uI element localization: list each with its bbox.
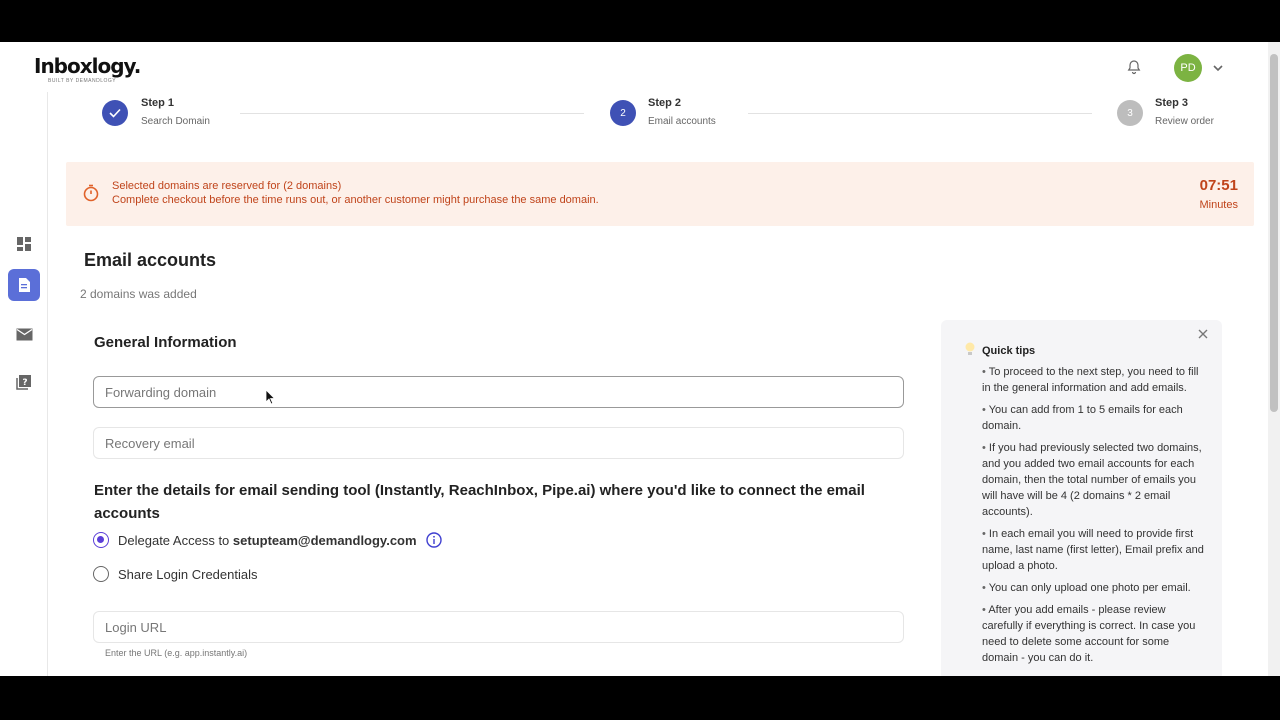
- tip-item: After you add emails - please review car…: [982, 602, 1204, 666]
- delegate-access-label: Delegate Access to: [118, 532, 233, 548]
- forwarding-domain-input[interactable]: [93, 376, 904, 408]
- app-window: Inboxlogy. BUILT BY DEMANDLOGY PD ? Step…: [0, 42, 1280, 676]
- general-info-heading: General Information: [94, 334, 237, 351]
- step-1-title: Step 1: [141, 97, 175, 109]
- step-connector: [748, 113, 1092, 114]
- step-3-title: Step 3: [1155, 97, 1189, 109]
- stopwatch-icon: [83, 184, 99, 202]
- lightbulb-icon: [965, 342, 975, 355]
- page-title: Email accounts: [84, 250, 217, 270]
- tip-item: You can add from 1 to 5 emails for each …: [982, 402, 1204, 434]
- alert-message: Selected domains are reserved for (2 dom…: [112, 180, 342, 192]
- tip-item: You can only upload one photo per email.: [982, 580, 1204, 596]
- brand-logo[interactable]: Inboxlogy.: [34, 54, 141, 78]
- quick-tips-panel: Quick tips To proceed to the next step, …: [941, 320, 1222, 676]
- share-credentials-label: Share Login Credentials: [118, 566, 258, 582]
- login-url-hint: Enter the URL (e.g. app.instantly.ai): [105, 648, 248, 658]
- login-url-input[interactable]: [93, 611, 904, 643]
- page-scrollbar-thumb[interactable]: [1270, 54, 1278, 412]
- user-avatar[interactable]: PD: [1174, 54, 1202, 82]
- sidebar-item-dashboard[interactable]: [8, 228, 40, 260]
- svg-text:?: ?: [22, 378, 27, 388]
- sidebar-item-mail[interactable]: [8, 318, 40, 350]
- sidebar-item-documents[interactable]: [8, 269, 40, 301]
- sidebar: ?: [0, 92, 48, 676]
- reservation-alert: Selected domains are reserved for (2 dom…: [66, 162, 1254, 226]
- countdown-timer: 07:51: [1199, 177, 1238, 194]
- step-3-number: 3: [1117, 100, 1143, 126]
- page-subtitle: 2 domains was added: [80, 287, 197, 301]
- dashboard-icon: [17, 237, 31, 251]
- tip-item: If you had previously selected two domai…: [982, 440, 1204, 520]
- sidebar-item-help[interactable]: ?: [8, 366, 40, 398]
- tip-item: In each email you will need to provide f…: [982, 526, 1204, 574]
- step-connector: [240, 113, 584, 114]
- step-3-subtitle: Review order: [1155, 116, 1214, 127]
- quick-tips-title: Quick tips: [982, 345, 1036, 357]
- recovery-email-input[interactable]: [93, 427, 904, 459]
- brand-tagline: BUILT BY DEMANDLOGY: [48, 78, 117, 84]
- close-icon[interactable]: [1197, 328, 1209, 340]
- delegate-email: setupteam@demandlogy.com: [232, 532, 417, 548]
- mouse-cursor-icon: [265, 389, 275, 405]
- share-credentials-option[interactable]: Share Login Credentials: [93, 565, 257, 583]
- tip-item: To proceed to the next step, you need to…: [982, 364, 1204, 396]
- alert-warning: Complete checkout before the time runs o…: [112, 194, 599, 206]
- quick-tips-list: To proceed to the next step, you need to…: [982, 364, 1204, 672]
- mail-icon: [16, 328, 32, 340]
- step-2-subtitle: Email accounts: [648, 116, 716, 127]
- countdown-unit: Minutes: [1199, 199, 1238, 211]
- step-1-subtitle: Search Domain: [141, 116, 210, 127]
- step-2-title: Step 2: [648, 97, 682, 109]
- sending-tool-heading: Enter the details for email sending tool…: [94, 482, 865, 522]
- step-2-number: 2: [610, 100, 636, 126]
- step-1-done-check-icon: [102, 100, 128, 126]
- delegate-access-option[interactable]: Delegate Access to setupteam@demandlogy.…: [93, 531, 442, 549]
- top-bar: Inboxlogy. BUILT BY DEMANDLOGY PD: [0, 42, 1268, 92]
- document-icon: [19, 278, 30, 292]
- info-icon[interactable]: [425, 532, 442, 548]
- notification-bell-icon[interactable]: [1126, 59, 1142, 75]
- delegate-access-radio[interactable]: [93, 532, 109, 548]
- help-book-icon: ?: [16, 375, 31, 390]
- share-credentials-radio[interactable]: [93, 566, 109, 582]
- chevron-down-icon[interactable]: [1211, 61, 1225, 75]
